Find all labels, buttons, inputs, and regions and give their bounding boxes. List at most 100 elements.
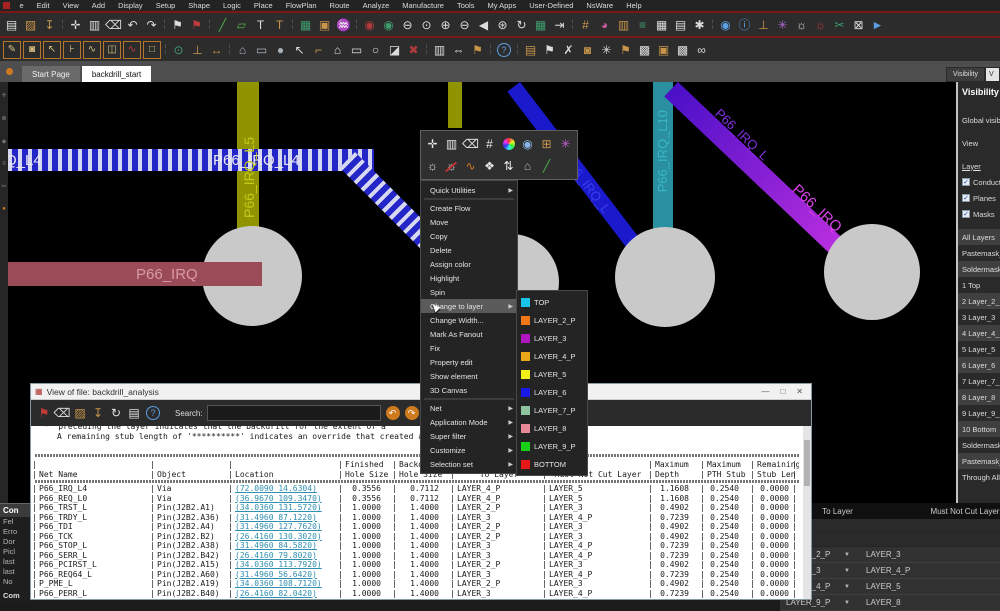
redo-icon[interactable]: ↷: [142, 15, 161, 34]
add-polygon-icon[interactable]: ⌂: [233, 40, 252, 59]
menu-property-edit[interactable]: Property edit: [421, 355, 517, 369]
menu-item[interactable]: Shape: [182, 1, 217, 10]
delete-icon[interactable]: ⌫: [462, 136, 479, 153]
shadow-off-icon[interactable]: ☼: [443, 158, 460, 175]
layer-2p-row[interactable]: 2 Layer_2_P: [958, 293, 1000, 309]
clipboard-icon[interactable]: ▥: [430, 40, 449, 59]
trace-olive-stub[interactable]: [448, 82, 462, 128]
move-icon[interactable]: ✛: [66, 15, 85, 34]
add-line-icon[interactable]: ╱: [538, 158, 555, 175]
pin-flow-icon[interactable]: ⊥: [188, 40, 207, 59]
redraw-icon[interactable]: ↻: [512, 15, 531, 34]
shape-pentagon-icon[interactable]: ⌂: [328, 40, 347, 59]
unpin-icon[interactable]: ⚑: [187, 15, 206, 34]
undo-icon[interactable]: ↶: [123, 15, 142, 34]
script-editor-icon[interactable]: ✎: [3, 41, 21, 59]
pan-hand-icon[interactable]: ❖: [481, 158, 498, 175]
separator[interactable]: ¦: [206, 15, 213, 34]
submenu-layer-4p[interactable]: LAYER_4_P: [517, 347, 587, 365]
close-button[interactable]: ✕: [796, 387, 803, 396]
menu-item[interactable]: User-Defined: [523, 1, 580, 10]
menu-net[interactable]: Net ▶: [421, 401, 517, 415]
trash-icon[interactable]: ⌫: [53, 404, 71, 422]
separator[interactable]: ¦: [514, 40, 521, 59]
pad-middle[interactable]: [615, 227, 715, 327]
shape-wedge-icon[interactable]: ◪: [385, 40, 404, 59]
tab-partial[interactable]: V: [985, 67, 1000, 82]
open-design-icon[interactable]: ▨: [21, 15, 40, 34]
chevron-down-icon[interactable]: ▼: [844, 584, 850, 590]
global-visibility-row[interactable]: Global visibility: [958, 112, 1000, 128]
zoom-world-icon[interactable]: ⊛: [493, 15, 512, 34]
zoom-net-icon[interactable]: ◉: [360, 15, 379, 34]
menu-mark-as-fanout[interactable]: Mark As Fanout: [421, 327, 517, 341]
menu-divider[interactable]: [424, 398, 514, 400]
menu-item[interactable]: Route: [323, 1, 356, 10]
color-wheel-icon[interactable]: [500, 136, 517, 153]
logic-flag-icon[interactable]: ⊦: [63, 41, 81, 59]
menu-customize[interactable]: Customize ▶: [421, 443, 517, 457]
pin-icon[interactable]: ⚑: [168, 15, 187, 34]
location-link[interactable]: (31.4960 84.5820): [235, 541, 317, 550]
menu-item[interactable]: NsWare: [580, 1, 620, 10]
pick-delete-icon[interactable]: ✗: [559, 40, 578, 59]
grid-pattern-icon[interactable]: ▩: [635, 40, 654, 59]
export-window-icon[interactable]: ◫: [103, 41, 121, 59]
submenu-layer-6[interactable]: LAYER_6: [517, 383, 587, 401]
location-link[interactable]: (36.9670 109.3470): [235, 494, 322, 503]
measure-icon[interactable]: ⊥: [754, 15, 773, 34]
copy-icon[interactable]: ▥: [85, 15, 104, 34]
maximize-button[interactable]: □: [780, 387, 785, 396]
save-design-icon[interactable]: ↧: [40, 15, 59, 34]
visibility-eye-icon[interactable]: ◉: [716, 15, 735, 34]
add-connect-icon[interactable]: ╱: [213, 15, 232, 34]
submenu-layer-8[interactable]: LAYER_8: [517, 419, 587, 437]
pad-right[interactable]: [824, 224, 920, 320]
shape-rect-icon[interactable]: ▭: [347, 40, 366, 59]
hourglass-icon[interactable]: ⊠: [849, 15, 868, 34]
submenu-layer-2p[interactable]: LAYER_2_P: [517, 311, 587, 329]
save-icon[interactable]: ↧: [89, 404, 107, 422]
zoom-out-icon[interactable]: ⊖: [455, 15, 474, 34]
separator[interactable]: ¦: [59, 15, 66, 34]
layer-3-row[interactable]: 3 Layer_3: [958, 309, 1000, 325]
pick-file-icon[interactable]: ⚑: [616, 40, 635, 59]
pin-orange-icon[interactable]: ⚑: [468, 40, 487, 59]
strip-zoom-icon[interactable]: ⊕: [1, 115, 6, 122]
refresh-icon[interactable]: ↻: [107, 404, 125, 422]
select-arrow-icon[interactable]: ↖: [290, 40, 309, 59]
copy-settings-icon[interactable]: ▥: [614, 15, 633, 34]
signal-analysis-icon[interactable]: ∿: [123, 41, 141, 59]
zoom-points-icon[interactable]: ◉: [379, 15, 398, 34]
scrollbar[interactable]: [803, 426, 811, 599]
color-dialog-icon[interactable]: ◕: [595, 15, 614, 34]
submenu-layer-3[interactable]: LAYER_3: [517, 329, 587, 347]
minimize-button[interactable]: —: [761, 387, 769, 396]
through-all-row[interactable]: Through All: [958, 469, 1000, 485]
shadow-mode-icon[interactable]: ☼: [792, 15, 811, 34]
edit-boundary-icon[interactable]: ⌐: [309, 40, 328, 59]
design-map-icon[interactable]: ▦: [531, 15, 550, 34]
cross-section-icon[interactable]: ≡: [633, 15, 652, 34]
pin-icon[interactable]: ⚑: [35, 404, 53, 422]
menu-item[interactable]: Help: [620, 1, 648, 10]
grid-toggle-icon[interactable]: #: [576, 15, 595, 34]
swap-layers-icon[interactable]: ⇅: [500, 158, 517, 175]
separator[interactable]: ¦: [569, 15, 576, 34]
bottom-layer-row[interactable]: 10 Bottom: [958, 421, 1000, 437]
menu-divider[interactable]: [424, 198, 514, 200]
artwork-icon[interactable]: ✳: [773, 15, 792, 34]
eye-icon[interactable]: ◉: [519, 136, 536, 153]
palette-icon[interactable]: ✳: [557, 136, 574, 153]
fanout-icon[interactable]: ♒: [334, 15, 353, 34]
help-icon[interactable]: ?: [146, 406, 160, 420]
stretch-icon[interactable]: ⇔: [449, 40, 468, 59]
open-folder-icon[interactable]: ▨: [71, 404, 89, 422]
shadow-off-icon[interactable]: ☼: [811, 15, 830, 34]
strip-cut-icon[interactable]: ✂: [1, 183, 6, 190]
submenu-layer-5[interactable]: LAYER_5: [517, 365, 587, 383]
checkbox[interactable]: ✓: [962, 210, 970, 218]
menu-highlight[interactable]: Highlight: [421, 271, 517, 285]
checker-pattern-icon[interactable]: ▩: [673, 40, 692, 59]
scrollbar-thumb[interactable]: [804, 440, 810, 486]
